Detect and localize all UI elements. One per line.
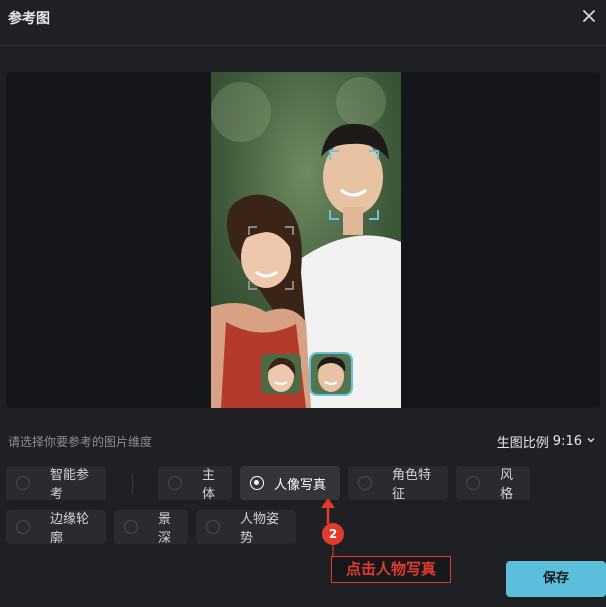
option-portrait[interactable]: 人像写真 [240,466,340,500]
chevron-down-icon [586,434,596,449]
option-subject[interactable]: 主体 [158,466,232,502]
radio-checked-icon [250,476,264,490]
annotation-callout: 点击人物写真 [331,556,451,583]
annotation-arrow-icon [321,498,335,524]
option-character-features[interactable]: 角色特征 [348,466,448,502]
option-label: 角色特征 [392,468,432,502]
option-label: 人物姿势 [240,512,280,546]
option-label: 人像写真 [274,477,327,493]
dialog-title: 参考图 [8,11,50,27]
aspect-ratio-value: 9:16 [552,434,582,449]
option-depth[interactable]: 景深 [114,510,188,546]
face-thumbnail-woman[interactable] [261,354,301,394]
option-smart-reference[interactable]: 智能参考 [6,466,106,502]
aspect-ratio-selector[interactable]: 生图比例 9:16 [497,432,596,451]
option-style[interactable]: 风格 [456,466,530,502]
radio-icon [466,476,480,490]
radio-icon [16,476,30,490]
option-label: 主体 [202,468,216,502]
option-edge-contour[interactable]: 边缘轮廓 [6,510,106,546]
reference-photo [211,72,401,408]
divider [132,474,133,494]
face-thumbnail-man[interactable] [309,352,353,396]
dimension-hint: 请选择你要参考的图片维度 [8,435,153,449]
reference-dialog: 参考图 请选择你要参考的图片维度 生图比例 9:16 智能参考 主体 人像写真 … [0,0,606,607]
aspect-ratio-label: 生图比例 [496,436,549,451]
radio-icon [16,520,30,534]
face-frame-woman [248,226,294,290]
radio-icon [124,520,138,534]
reference-preview [6,72,600,408]
close-icon[interactable] [582,8,596,22]
face-frame-man [329,150,379,220]
option-label: 边缘轮廓 [50,512,90,546]
dialog-header: 参考图 [0,0,606,46]
save-button[interactable]: 保存 [506,561,606,597]
option-label: 景深 [158,512,172,546]
radio-icon [358,476,372,490]
option-label: 风格 [500,468,514,502]
step-badge: 2 [322,523,344,545]
radio-icon [168,476,182,490]
option-label: 智能参考 [50,468,90,502]
radio-icon [206,520,220,534]
option-pose[interactable]: 人物姿势 [196,510,296,546]
